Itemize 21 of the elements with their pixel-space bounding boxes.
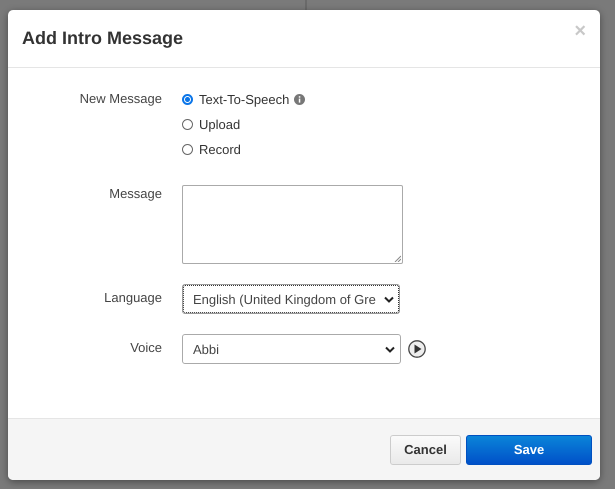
field-label: Language [103, 289, 163, 307]
radio-button[interactable] [182, 94, 193, 104]
radio-label[interactable]: Upload [199, 116, 240, 132]
radio-button[interactable] [182, 118, 193, 130]
chevron-down-icon [385, 346, 395, 352]
radio-label[interactable]: Record [199, 142, 241, 156]
language-select[interactable]: English (United Kingdom of Gre [182, 284, 400, 314]
play-icon[interactable] [408, 340, 426, 358]
resize-handle-icon[interactable] [394, 255, 401, 262]
info-icon[interactable] [294, 94, 306, 104]
field-label: Message [108, 185, 163, 203]
message-field[interactable] [182, 185, 403, 264]
save-button[interactable]: Save [466, 434, 592, 464]
voice-select[interactable]: Abbi [182, 334, 401, 364]
field-label: New Message [78, 90, 163, 108]
field-label: Voice [129, 339, 163, 357]
cancel-button[interactable]: Cancel [390, 434, 461, 464]
radio-label[interactable]: Text-To-Speech [199, 92, 290, 106]
chevron-down-icon [384, 296, 394, 302]
dialog-title: Add Intro Message [22, 28, 184, 49]
radio-button[interactable] [182, 144, 193, 154]
